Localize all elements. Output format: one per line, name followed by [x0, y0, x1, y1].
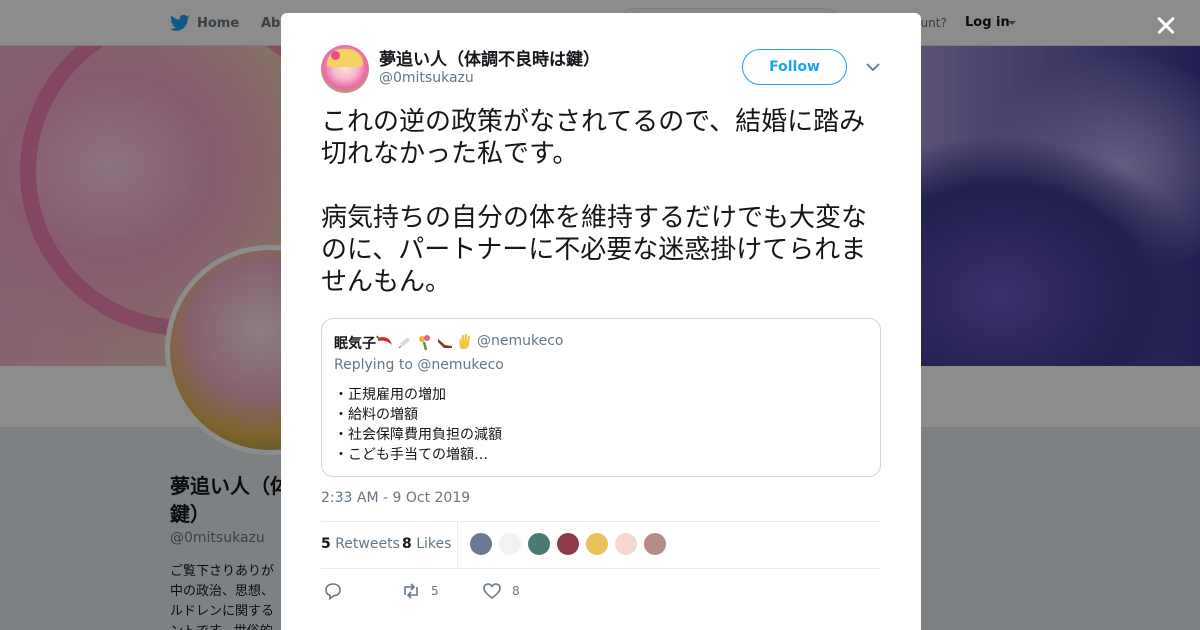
quote-reply-context: Replying to @nemukeco [334, 357, 504, 373]
shoe-icon [436, 333, 454, 351]
tweet-text: これの逆の政策がなされてるので、結婚に踏み切れなかった私です。 病気持ちの自分の… [321, 107, 868, 297]
follow-button[interactable]: Follow [742, 49, 847, 85]
reply-button[interactable] [323, 581, 353, 601]
close-icon[interactable] [1152, 11, 1180, 39]
liker-avatar[interactable] [527, 532, 551, 556]
liker-avatar[interactable] [614, 532, 638, 556]
likes-label: Likes [416, 536, 452, 552]
quote-author-name: 眠気子 [334, 336, 376, 352]
tweet-timestamp[interactable]: 2:33 AM - 9 Oct 2019 [321, 490, 470, 506]
quote-line: ・正規雇用の増加 [334, 387, 446, 403]
quote-text: ・正規雇用の増加 ・給料の増額 ・社会保障費用負担の減額 ・こども手当ての増額… [334, 385, 502, 465]
stats-divider [457, 522, 458, 569]
bouquet-icon [416, 333, 434, 351]
author-handle[interactable]: @0mitsukazu [379, 70, 474, 86]
liker-avatar[interactable] [469, 532, 493, 556]
like-count: 8 [512, 584, 520, 598]
liker-avatar[interactable] [585, 532, 609, 556]
quote-line: ・こども手当ての増額… [334, 447, 488, 463]
quote-author-handle: @nemukeco [477, 333, 564, 349]
retweets-count: 5 [321, 536, 331, 552]
retweets-label: Retweets [335, 536, 400, 552]
avatar-flower [331, 51, 340, 60]
quote-line: ・社会保障費用負担の減額 [334, 427, 502, 443]
quoted-tweet[interactable]: 眠気子 @nemukeco Replying to @nemukeco ・正規雇… [321, 318, 881, 477]
retweet-button[interactable]: 5 [401, 581, 439, 601]
reply-icon [325, 583, 341, 601]
like-button[interactable]: 8 [482, 581, 520, 601]
likes-count: 8 [402, 536, 412, 552]
retweet-count: 5 [431, 584, 439, 598]
likes-stat[interactable]: 8 Likes [402, 536, 451, 552]
syringe-icon [396, 333, 414, 351]
tweet-actions: 5 8 [321, 579, 881, 605]
liker-avatar[interactable] [643, 532, 667, 556]
tweet-stats: 5 Retweets 8 Likes [321, 521, 881, 569]
tweet-modal: 夢追い人（体調不良時は鍵） @0mitsukazu Follow これの逆の政策… [281, 13, 921, 630]
raised-hand-icon [456, 333, 474, 351]
quote-line: ・給料の増額 [334, 407, 418, 423]
liker-avatar[interactable] [498, 532, 522, 556]
chevron-down-icon[interactable] [865, 61, 881, 73]
liker-avatar[interactable] [556, 532, 580, 556]
chili-pepper-icon [376, 333, 394, 351]
quote-author-emoji [376, 333, 474, 351]
author-avatar[interactable] [321, 45, 369, 93]
retweets-stat[interactable]: 5 Retweets [321, 536, 400, 552]
liker-avatars [469, 532, 672, 556]
retweet-icon [404, 583, 418, 599]
author-name[interactable]: 夢追い人（体調不良時は鍵） [379, 45, 600, 70]
heart-icon [483, 583, 501, 600]
